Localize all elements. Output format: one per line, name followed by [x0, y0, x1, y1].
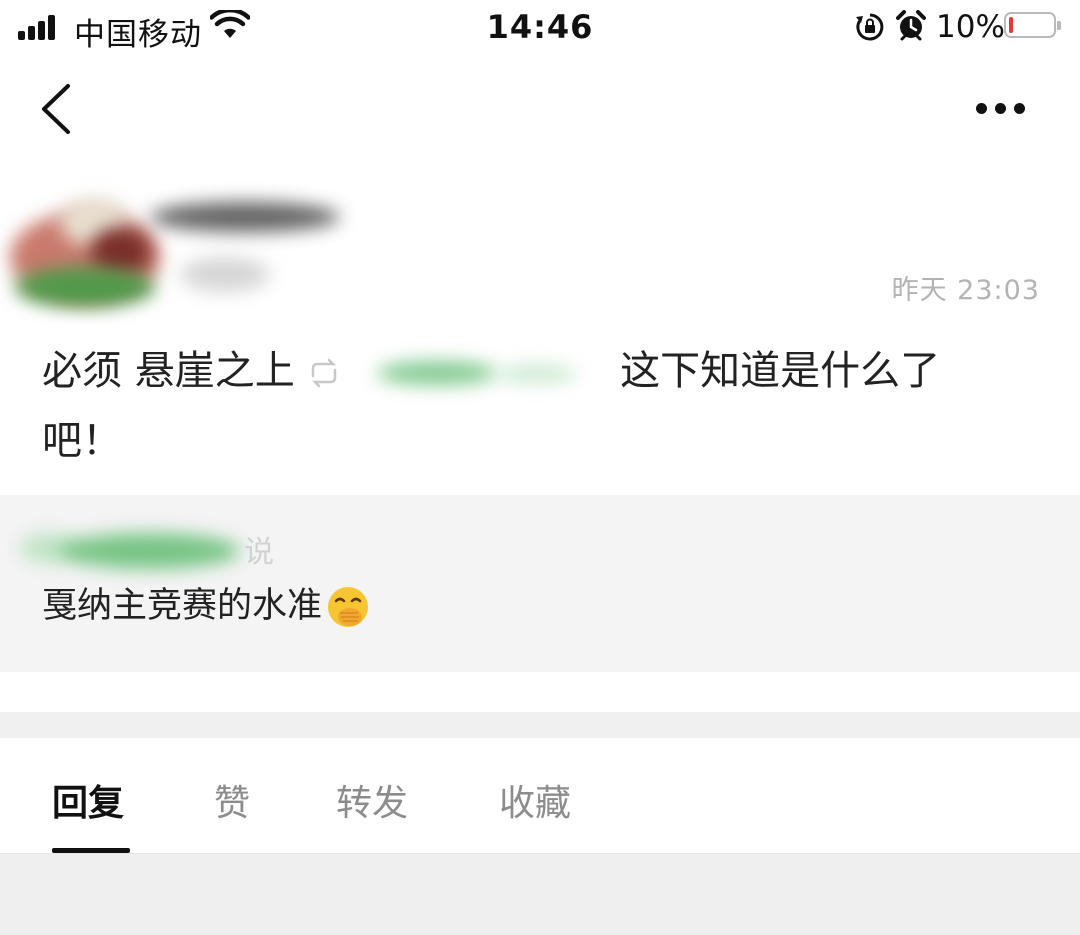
quoted-author-redacted: 说	[0, 513, 290, 577]
redacted-username[interactable]	[347, 353, 607, 393]
repost-icon	[312, 358, 337, 388]
battery-percent: 10%	[936, 9, 1005, 45]
status-bar: 中国移动 14:46 10%	[0, 0, 1080, 56]
author-info-redacted	[0, 172, 380, 322]
chevron-left-icon[interactable]	[30, 78, 80, 138]
battery-fill	[1009, 17, 1013, 33]
quoted-comment-text: 戛纳主竞赛的水准	[42, 581, 370, 631]
post-body: 必须 悬崖之上 这下知道是什么了 吧！	[42, 336, 1042, 476]
screen: 中国移动 14:46 10% 昨天 23:03 必须 悬崖之上 这下知道是什么了…	[0, 0, 1080, 935]
tab-repost[interactable]: 转发	[336, 774, 408, 826]
replies-area	[0, 854, 1080, 935]
alarm-icon	[896, 10, 926, 41]
active-tab-indicator	[52, 848, 130, 853]
quoted-comment[interactable]: 说 戛纳主竞赛的水准	[0, 495, 1080, 672]
tab-favorite[interactable]: 收藏	[499, 774, 571, 826]
quoted-author-tail: 说	[244, 535, 274, 570]
post-timestamp: 昨天 23:03	[891, 275, 1040, 306]
more-dots-icon[interactable]	[960, 86, 1040, 132]
section-divider	[0, 712, 1080, 738]
rotation-lock-icon	[856, 13, 884, 41]
face-with-hand-over-mouth-icon	[328, 587, 369, 627]
battery-icon	[1004, 12, 1061, 38]
post-text-start: 必须 悬崖之上	[42, 348, 295, 394]
quote-text: 戛纳主竞赛的水准	[42, 586, 323, 626]
post-text-end: 这下知道是什么了	[620, 348, 941, 394]
action-tabs: 回复 赞 转发 收藏	[0, 738, 1080, 854]
post-text-line2: 吧！	[42, 418, 122, 464]
tab-like[interactable]: 赞	[214, 774, 250, 826]
nav-bar	[0, 56, 1080, 166]
tab-reply[interactable]: 回复	[52, 774, 124, 826]
